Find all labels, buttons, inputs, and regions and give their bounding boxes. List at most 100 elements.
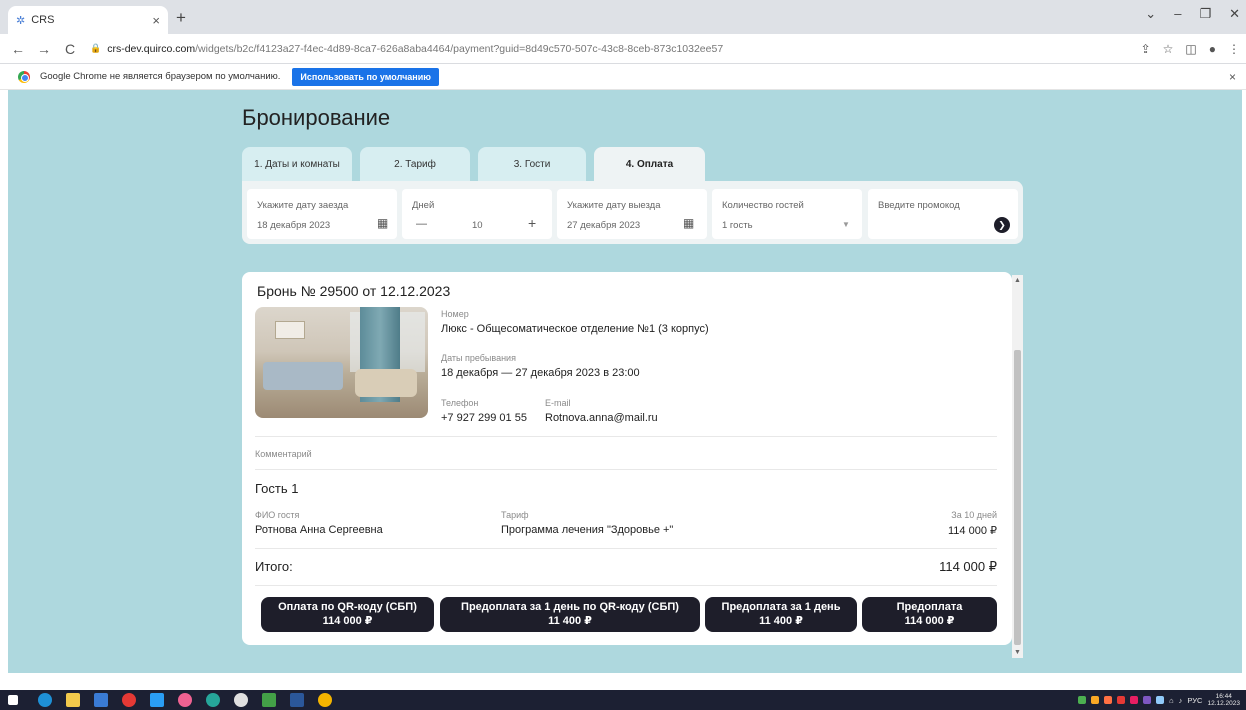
restore-icon[interactable]: ❐ — [1199, 6, 1211, 22]
tab-close-icon[interactable]: × — [152, 13, 160, 28]
yandex-browser-icon[interactable] — [234, 693, 248, 707]
app-icon[interactable] — [262, 693, 276, 707]
clock-date: 12.12.2023 — [1207, 700, 1240, 708]
prepay-day-qr-sbp-button[interactable]: Предоплата за 1 день по QR-коду (СБП) 11… — [440, 597, 700, 632]
tray-icon[interactable] — [1078, 696, 1087, 705]
clock[interactable]: 16:44 12.12.2023 — [1207, 693, 1240, 707]
pay-button-label: Предоплата — [896, 600, 963, 613]
minimize-icon[interactable]: – — [1174, 6, 1181, 22]
pay-button-amount: 11 400 ₽ — [548, 614, 592, 627]
page-title: Бронирование — [242, 105, 391, 130]
tab-tariff[interactable]: 2. Тариф — [360, 147, 470, 181]
scrollbar-thumb[interactable] — [1014, 350, 1021, 645]
apply-promo-arrow-icon[interactable]: ❯ — [994, 217, 1010, 233]
address-bar: ← → C 🔒 crs-dev.quirco.com/widgets/b2c/f… — [0, 34, 1246, 64]
promo-label: Введите промокод — [878, 200, 960, 211]
tray-icon[interactable] — [1130, 696, 1139, 705]
scroll-up-icon[interactable]: ▲ — [1014, 277, 1021, 284]
email-value: Rotnova.anna@mail.ru — [545, 412, 658, 424]
reload-icon[interactable]: C — [62, 41, 78, 57]
prepay-day-button[interactable]: Предоплата за 1 день 11 400 ₽ — [705, 597, 857, 632]
prepay-full-button[interactable]: Предоплата 114 000 ₽ — [862, 597, 997, 632]
pay-button-label: Предоплата за 1 день — [721, 600, 841, 613]
calendar-icon[interactable]: ▦ — [377, 216, 388, 230]
tariff-label: Тариф — [501, 510, 529, 520]
pay-button-amount: 114 000 ₽ — [904, 614, 955, 627]
window-controls: ⌄ – ❐ ✕ — [1145, 6, 1240, 22]
divider — [255, 548, 997, 549]
toolbar-right: ⇪ ☆ ◫ ● ⋮ — [1141, 42, 1240, 56]
language-indicator[interactable]: РУС — [1187, 696, 1202, 705]
promo-code-field[interactable]: Введите промокод ❯ — [868, 189, 1018, 239]
guest-name-value: Ротнова Анна Сергеевна — [255, 524, 383, 536]
volume-icon[interactable]: ♪ — [1179, 696, 1183, 705]
chevron-down-icon: ▼ — [842, 220, 850, 229]
edge-icon[interactable] — [38, 693, 52, 707]
system-tray: ⌂ ♪ РУС 16:44 12.12.2023 — [1078, 693, 1240, 707]
windows-taskbar: ⌂ ♪ РУС 16:44 12.12.2023 — [0, 690, 1246, 710]
app-icon[interactable] — [206, 693, 220, 707]
menu-kebab-icon[interactable]: ⋮ — [1228, 42, 1240, 56]
room-photo — [255, 307, 428, 418]
bookmark-star-icon[interactable]: ☆ — [1163, 42, 1174, 56]
chrome-logo-icon — [18, 70, 30, 83]
network-icon[interactable]: ⌂ — [1169, 696, 1174, 705]
tab-search-icon[interactable]: ⌄ — [1145, 6, 1156, 22]
file-explorer-icon[interactable] — [66, 693, 80, 707]
profile-avatar-icon[interactable]: ● — [1209, 42, 1216, 56]
guests-select[interactable]: Количество гостей 1 гость ▼ — [712, 189, 862, 239]
back-icon[interactable]: ← — [10, 41, 26, 57]
side-panel-icon[interactable]: ◫ — [1185, 42, 1196, 56]
tab-dates-rooms[interactable]: 1. Даты и комнаты — [242, 147, 352, 181]
period-label: За 10 дней — [951, 510, 997, 520]
divider — [255, 585, 997, 586]
increment-button[interactable]: + — [528, 215, 536, 231]
pay-qr-sbp-button[interactable]: Оплата по QR-коду (СБП) 114 000 ₽ — [261, 597, 434, 632]
tray-icon[interactable] — [1091, 696, 1100, 705]
set-default-button[interactable]: Использовать по умолчанию — [292, 67, 439, 86]
decrement-button[interactable]: — — [416, 218, 427, 230]
scroll-down-icon[interactable]: ▼ — [1014, 649, 1021, 656]
windows-start-icon[interactable] — [8, 695, 18, 705]
pay-button-label: Оплата по QR-коду (СБП) — [278, 600, 417, 613]
checkin-value: 18 декабря 2023 — [257, 220, 331, 231]
tray-icon[interactable] — [1117, 696, 1126, 705]
url-input[interactable]: 🔒 crs-dev.quirco.com/widgets/b2c/f4123a2… — [90, 38, 1190, 60]
forward-icon[interactable]: → — [36, 41, 52, 57]
checkin-date-field[interactable]: Укажите дату заезда 18 декабря 2023 ▦ — [247, 189, 397, 239]
card-scrollbar[interactable]: ▲ ▼ — [1012, 275, 1023, 658]
checkout-label: Укажите дату выезда — [567, 200, 661, 211]
booking-title: Бронь № 29500 от 12.12.2023 — [257, 283, 451, 299]
tray-icon[interactable] — [1104, 696, 1113, 705]
infobar-text: Google Chrome не является браузером по у… — [40, 71, 281, 82]
guest-heading: Гость 1 — [255, 481, 299, 496]
tab-payment[interactable]: 4. Оплата — [594, 147, 705, 181]
pay-button-amount: 11 400 ₽ — [759, 614, 803, 627]
guest-name-label: ФИО гостя — [255, 510, 300, 520]
window-close-icon[interactable]: ✕ — [1229, 6, 1240, 22]
url-host: crs-dev.quirco.com — [107, 42, 196, 55]
app-icon[interactable] — [178, 693, 192, 707]
tab-guests[interactable]: 3. Гости — [478, 147, 586, 181]
word-icon[interactable] — [290, 693, 304, 707]
default-browser-infobar: Google Chrome не является браузером по у… — [0, 64, 1246, 90]
share-icon[interactable]: ⇪ — [1141, 42, 1151, 56]
infobar-close-icon[interactable]: × — [1229, 70, 1236, 84]
room-value: Люкс - Общесоматическое отделение №1 (3 … — [441, 323, 709, 335]
url-path: /widgets/b2c/f4123a27-f4ec-4d89-8ca7-626… — [195, 42, 724, 55]
checkout-date-field[interactable]: Укажите дату выезда 27 декабря 2023 ▦ — [557, 189, 707, 239]
phone-value: +7 927 299 01 55 — [441, 412, 527, 424]
browser-tab[interactable]: ✲ CRS × — [8, 6, 168, 34]
mail-icon[interactable] — [150, 693, 164, 707]
days-stepper: Дней — 10 + — [402, 189, 552, 239]
chrome-icon[interactable] — [318, 693, 332, 707]
calendar-icon[interactable]: ▦ — [683, 216, 694, 230]
days-value[interactable]: 10 — [472, 220, 483, 231]
store-icon[interactable] — [94, 693, 108, 707]
tray-icon[interactable] — [1143, 696, 1152, 705]
new-tab-icon[interactable]: + — [176, 8, 186, 28]
yandex-icon[interactable] — [122, 693, 136, 707]
pay-button-amount: 114 000 ₽ — [322, 614, 373, 627]
tray-icon[interactable] — [1156, 696, 1165, 705]
total-label: Итого: — [255, 559, 293, 574]
